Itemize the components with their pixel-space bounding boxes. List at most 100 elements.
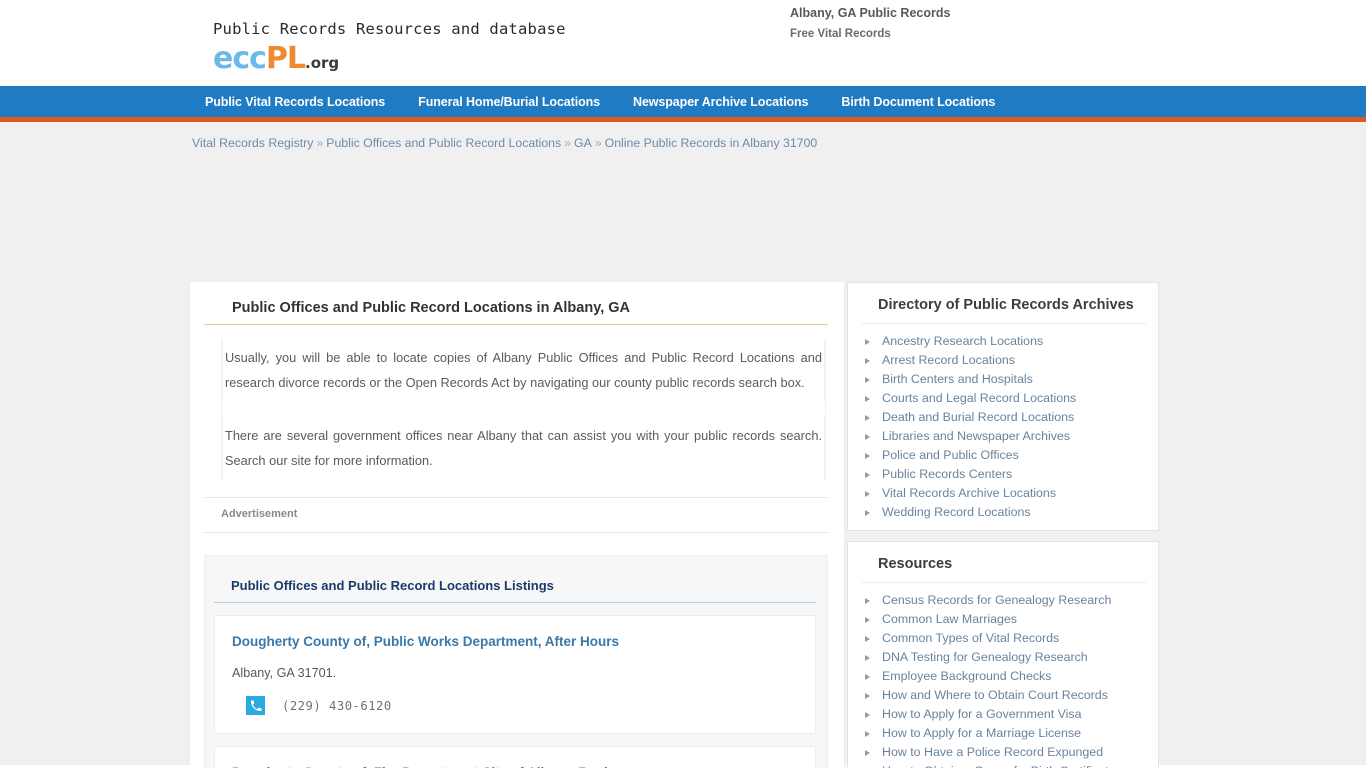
list-item[interactable]: Ancestry Research Locations <box>848 332 1158 351</box>
sidebar-directory-title: Directory of Public Records Archives <box>862 283 1146 324</box>
list-item[interactable]: Common Law Marriages <box>848 610 1158 629</box>
chevron-right-icon <box>865 711 870 718</box>
chevron-right-icon <box>865 730 870 737</box>
breadcrumb: Vital Records Registry» Public Offices an… <box>0 124 1366 160</box>
breadcrumb-item-public-offices[interactable]: Public Offices and Public Record Locatio… <box>326 136 561 150</box>
page-root: Public Records Resources and database ec… <box>0 0 1366 768</box>
sidebar-link-vital-records-archive[interactable]: Vital Records Archive Locations <box>882 484 1056 503</box>
breadcrumb-separator: » <box>316 136 324 150</box>
chevron-right-icon <box>865 414 870 421</box>
sidebar-link-wedding-record[interactable]: Wedding Record Locations <box>882 503 1031 522</box>
sidebar-link-courts-legal[interactable]: Courts and Legal Record Locations <box>882 389 1076 408</box>
nav-item-birth-document[interactable]: Birth Document Locations <box>841 95 995 109</box>
list-item[interactable]: How to Apply for a Marriage License <box>848 724 1158 743</box>
listing-item: Dougherty County of, Fire Department-Cit… <box>214 746 816 768</box>
resource-link-police-record-expunged[interactable]: How to Have a Police Record Expunged <box>882 743 1103 762</box>
list-item[interactable]: How to Have a Police Record Expunged <box>848 743 1158 762</box>
chevron-right-icon <box>865 376 870 383</box>
chevron-right-icon <box>865 433 870 440</box>
listings-panel: Public Offices and Public Record Locatio… <box>204 555 828 768</box>
sidebar-directory-list: Ancestry Research Locations Arrest Recor… <box>848 324 1158 522</box>
logo-part-pl: PL <box>265 41 306 76</box>
advertisement-label: Advertisement <box>221 508 298 520</box>
list-item[interactable]: Wedding Record Locations <box>848 503 1158 522</box>
breadcrumb-item-current[interactable]: Online Public Records in Albany 31700 <box>605 136 818 150</box>
list-item[interactable]: Public Records Centers <box>848 465 1158 484</box>
sidebar-link-death-burial[interactable]: Death and Burial Record Locations <box>882 408 1074 427</box>
resource-link-employee-background-checks[interactable]: Employee Background Checks <box>882 667 1051 686</box>
chevron-right-icon <box>865 490 870 497</box>
header-subtitle: Free Vital Records <box>790 28 891 40</box>
list-item[interactable]: How to Apply for a Government Visa <box>848 705 1158 724</box>
listing-phone-number[interactable]: (229) 430-6120 <box>282 699 392 713</box>
site-logo[interactable]: eccPL.org <box>213 44 566 78</box>
list-item[interactable]: Birth Centers and Hospitals <box>848 370 1158 389</box>
sidebar-box-directory: Directory of Public Records Archives Anc… <box>847 282 1159 531</box>
intro-paragraph-2: There are several government offices nea… <box>222 417 825 479</box>
logo-part-ecc: ecc <box>213 41 267 76</box>
sidebar-resources-title: Resources <box>862 542 1146 583</box>
list-item[interactable]: How to Obtain a Copy of a Birth Certific… <box>848 762 1158 768</box>
list-item[interactable]: DNA Testing for Genealogy Research <box>848 648 1158 667</box>
resource-link-marriage-license[interactable]: How to Apply for a Marriage License <box>882 724 1081 743</box>
chevron-right-icon <box>865 749 870 756</box>
list-item[interactable]: Courts and Legal Record Locations <box>848 389 1158 408</box>
resource-link-obtain-court-records[interactable]: How and Where to Obtain Court Records <box>882 686 1108 705</box>
page-title: Public Offices and Public Record Locatio… <box>204 282 828 325</box>
resource-link-government-visa[interactable]: How to Apply for a Government Visa <box>882 705 1082 724</box>
header-right-text: Albany, GA Public Records Free Vital Rec… <box>790 4 950 43</box>
listing-title-link[interactable]: Dougherty County of, Fire Department-Cit… <box>215 764 815 768</box>
resource-link-dna-testing[interactable]: DNA Testing for Genealogy Research <box>882 648 1088 667</box>
content-columns: Public Offices and Public Record Locatio… <box>190 282 1366 768</box>
chevron-right-icon <box>865 635 870 642</box>
resource-link-common-types-vital-records[interactable]: Common Types of Vital Records <box>882 629 1059 648</box>
listing-phone-row: (229) 430-6120 <box>215 696 815 715</box>
list-item[interactable]: Death and Burial Record Locations <box>848 408 1158 427</box>
site-header: Public Records Resources and database ec… <box>0 0 1366 86</box>
listing-item: Dougherty County of, Public Works Depart… <box>214 615 816 734</box>
sidebar-resources-list: Census Records for Genealogy Research Co… <box>848 583 1158 768</box>
nav-item-newspaper-archive[interactable]: Newspaper Archive Locations <box>633 95 808 109</box>
breadcrumb-separator: » <box>594 136 602 150</box>
resource-link-birth-certificate-copy[interactable]: How to Obtain a Copy of a Birth Certific… <box>882 762 1115 768</box>
list-item[interactable]: How and Where to Obtain Court Records <box>848 686 1158 705</box>
site-brand[interactable]: Public Records Resources and database ec… <box>213 20 566 78</box>
chevron-right-icon <box>865 692 870 699</box>
chevron-right-icon <box>865 395 870 402</box>
sidebar-link-police-public-offices[interactable]: Police and Public Offices <box>882 446 1019 465</box>
list-item[interactable]: Arrest Record Locations <box>848 351 1158 370</box>
sidebar-link-public-records-centers[interactable]: Public Records Centers <box>882 465 1012 484</box>
nav-item-funeral-home-burial[interactable]: Funeral Home/Burial Locations <box>418 95 600 109</box>
intro-paragraph-1: Usually, you will be able to locate copi… <box>222 339 825 401</box>
intro-text-block: Usually, you will be able to locate copi… <box>221 339 826 479</box>
phone-icon <box>246 696 265 715</box>
list-item[interactable]: Employee Background Checks <box>848 667 1158 686</box>
listing-title-link[interactable]: Dougherty County of, Public Works Depart… <box>215 633 815 651</box>
list-item[interactable]: Common Types of Vital Records <box>848 629 1158 648</box>
list-item[interactable]: Vital Records Archive Locations <box>848 484 1158 503</box>
sidebar-link-ancestry-research[interactable]: Ancestry Research Locations <box>882 332 1043 351</box>
breadcrumb-item-ga[interactable]: GA <box>574 136 592 150</box>
nav-item-public-vital-records[interactable]: Public Vital Records Locations <box>205 95 385 109</box>
list-item[interactable]: Census Records for Genealogy Research <box>848 591 1158 610</box>
sidebar-link-libraries-newspaper[interactable]: Libraries and Newspaper Archives <box>882 427 1070 446</box>
breadcrumb-separator: » <box>564 136 572 150</box>
listing-address: Albany, GA 31701. <box>232 666 337 680</box>
chevron-right-icon <box>865 338 870 345</box>
listings-section-title: Public Offices and Public Record Locatio… <box>214 578 816 603</box>
chevron-right-icon <box>865 654 870 661</box>
header-location-title: Albany, GA Public Records <box>790 6 951 20</box>
chevron-right-icon <box>865 509 870 516</box>
sidebar-link-arrest-record[interactable]: Arrest Record Locations <box>882 351 1015 370</box>
resource-link-common-law-marriages[interactable]: Common Law Marriages <box>882 610 1017 629</box>
sidebar-link-birth-centers[interactable]: Birth Centers and Hospitals <box>882 370 1033 389</box>
chevron-right-icon <box>865 357 870 364</box>
logo-part-org: .org <box>305 54 340 72</box>
nav-items-container: Public Vital Records Locations Funeral H… <box>0 87 1366 117</box>
list-item[interactable]: Police and Public Offices <box>848 446 1158 465</box>
list-item[interactable]: Libraries and Newspaper Archives <box>848 427 1158 446</box>
chevron-right-icon <box>865 597 870 604</box>
breadcrumb-item-registry[interactable]: Vital Records Registry <box>192 136 313 150</box>
brand-tagline: Public Records Resources and database <box>213 20 566 38</box>
resource-link-census-records[interactable]: Census Records for Genealogy Research <box>882 591 1111 610</box>
